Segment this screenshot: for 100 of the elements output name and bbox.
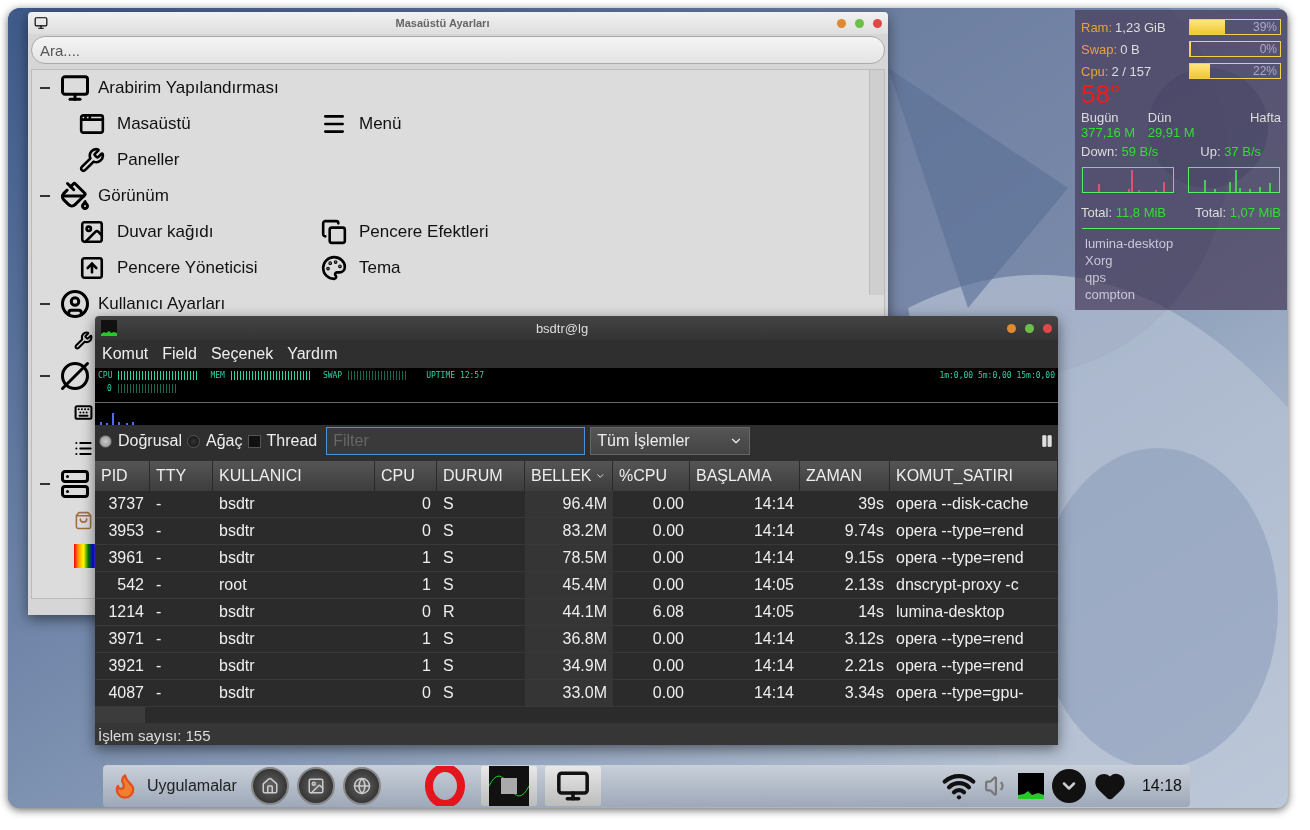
wrench-icon [79, 147, 105, 173]
column-header[interactable]: PID [95, 461, 150, 491]
menu-item[interactable]: Yardım [287, 345, 338, 363]
table-cell: 0.00 [613, 680, 690, 707]
meter-value: 1,23 GiB [1115, 19, 1167, 35]
close-button[interactable] [1043, 323, 1052, 333]
menu-item[interactable]: Seçenek [210, 345, 274, 363]
meter-label: Swap: [1081, 41, 1118, 57]
user-icon [60, 289, 90, 319]
table-cell: bsdtr [213, 680, 375, 707]
category-label[interactable]: Görünüm [98, 186, 169, 206]
table-cell: S [437, 653, 525, 680]
column-header[interactable]: CPU [375, 461, 437, 491]
column-header[interactable]: DURUM [437, 461, 525, 491]
table-cell: - [150, 653, 213, 680]
traffic-value: 377,16 M [1081, 125, 1137, 140]
table-cell: 2.21s [800, 653, 890, 680]
column-header[interactable]: KULLANICI [213, 461, 375, 491]
task-button[interactable] [544, 766, 601, 806]
monitor-icon [60, 73, 90, 103]
settings-item[interactable]: Tema [359, 258, 401, 278]
arrow-up-square-icon [79, 255, 105, 281]
table-cell: bsdtr [213, 599, 375, 626]
minimize-button[interactable] [837, 18, 846, 28]
image-button[interactable] [296, 767, 335, 805]
table-cell: S [437, 491, 525, 518]
process-name: lumina-desktop [1084, 235, 1175, 252]
rainbow-icon [74, 544, 98, 568]
menu-item[interactable]: Field [162, 345, 197, 363]
table-cell: 33.0M [525, 680, 613, 707]
process-dropdown[interactable]: Tüm İşlemler [590, 427, 751, 455]
settings-item[interactable]: Menü [359, 114, 402, 134]
radio-option[interactable]: Doğrusal [99, 432, 183, 450]
home-icon [260, 777, 279, 795]
circle-icon [60, 361, 90, 391]
checkbox-option[interactable]: Thread [247, 432, 318, 450]
menu-item[interactable]: Komut [102, 345, 149, 363]
settings-item[interactable]: Pencere Yöneticisi [117, 258, 258, 278]
maximize-button[interactable] [1025, 323, 1034, 333]
column-header[interactable]: BAŞLAMA [690, 461, 800, 491]
close-button[interactable] [873, 18, 882, 28]
table-cell: 9.15s [800, 545, 890, 572]
home-button[interactable] [250, 767, 289, 805]
category-label[interactable]: Kullanıcı Ayarları [98, 294, 226, 314]
table-cell: 0 [375, 599, 437, 626]
table-cell: 36.8M [525, 626, 613, 653]
column-header[interactable]: ZAMAN [800, 461, 890, 491]
table-cell: 14:14 [690, 653, 800, 680]
column-header[interactable]: BELLEK [525, 461, 613, 491]
table-cell: 14:14 [690, 518, 800, 545]
table-cell: 14:14 [690, 680, 800, 707]
graph-icon [101, 320, 117, 336]
table-cell: 0.00 [613, 626, 690, 653]
table-cell: lumina-desktop [890, 599, 1058, 626]
column-header[interactable]: TTY [150, 461, 213, 491]
computer-icon [60, 469, 90, 499]
radio-option[interactable]: Ağaç [187, 432, 243, 450]
download-total: Total: 11,8 MiB [1081, 205, 1167, 220]
search-field[interactable]: Ara.... [31, 36, 885, 64]
table-cell: opera --type=rend [890, 626, 1058, 653]
table-cell: 0.00 [613, 518, 690, 545]
ring-icon [424, 766, 465, 806]
table-cell: S [437, 518, 525, 545]
scrollbar[interactable] [95, 707, 1058, 723]
table-cell: 3921 [95, 653, 150, 680]
table-cell: 3953 [95, 518, 150, 545]
table-cell: - [150, 491, 213, 518]
table-cell: - [150, 626, 213, 653]
globe-button[interactable] [342, 767, 381, 805]
settings-item[interactable]: Paneller [117, 150, 180, 170]
table-cell: - [150, 680, 213, 707]
palette-icon [321, 255, 347, 281]
table-cell: 0.00 [613, 545, 690, 572]
column-header[interactable]: KOMUT_SATIRI [890, 461, 1058, 491]
traffic-value: 29,91 M [1147, 125, 1196, 140]
bag-icon [74, 510, 93, 530]
graph-icon[interactable] [1017, 773, 1044, 799]
wrench-icon [74, 330, 93, 350]
category-label[interactable]: Arabirim Yapılandırması [98, 78, 279, 98]
table-cell: 2.13s [800, 572, 890, 599]
dropdown-button[interactable] [1051, 769, 1086, 803]
settings-item[interactable]: Pencere Efektleri [359, 222, 489, 242]
minimize-button[interactable] [1007, 323, 1016, 333]
paint-bucket-icon [60, 181, 90, 211]
task-button[interactable] [480, 766, 537, 806]
settings-item[interactable]: Masaüstü [117, 114, 191, 134]
column-header[interactable]: %CPU [613, 461, 690, 491]
scrollbar[interactable] [869, 70, 884, 295]
settings-item[interactable]: Duvar kağıdı [117, 222, 214, 242]
window-title: Masaüstü Ayarları [394, 17, 491, 29]
meter-label: Cpu: [1081, 63, 1109, 79]
meter-value: 0 B [1120, 41, 1141, 57]
image-icon [306, 777, 325, 795]
table-cell: 1 [375, 572, 437, 599]
upload-total: Total: 1,07 MiB [1195, 205, 1281, 220]
start-menu[interactable]: Uygulamalar [147, 777, 237, 795]
pause-icon[interactable] [1040, 434, 1054, 448]
table-cell: 45.4M [525, 572, 613, 599]
load-average: 1m:0,00 5m:0,00 15m:0,00 [939, 371, 1055, 380]
table-cell: R [437, 599, 525, 626]
